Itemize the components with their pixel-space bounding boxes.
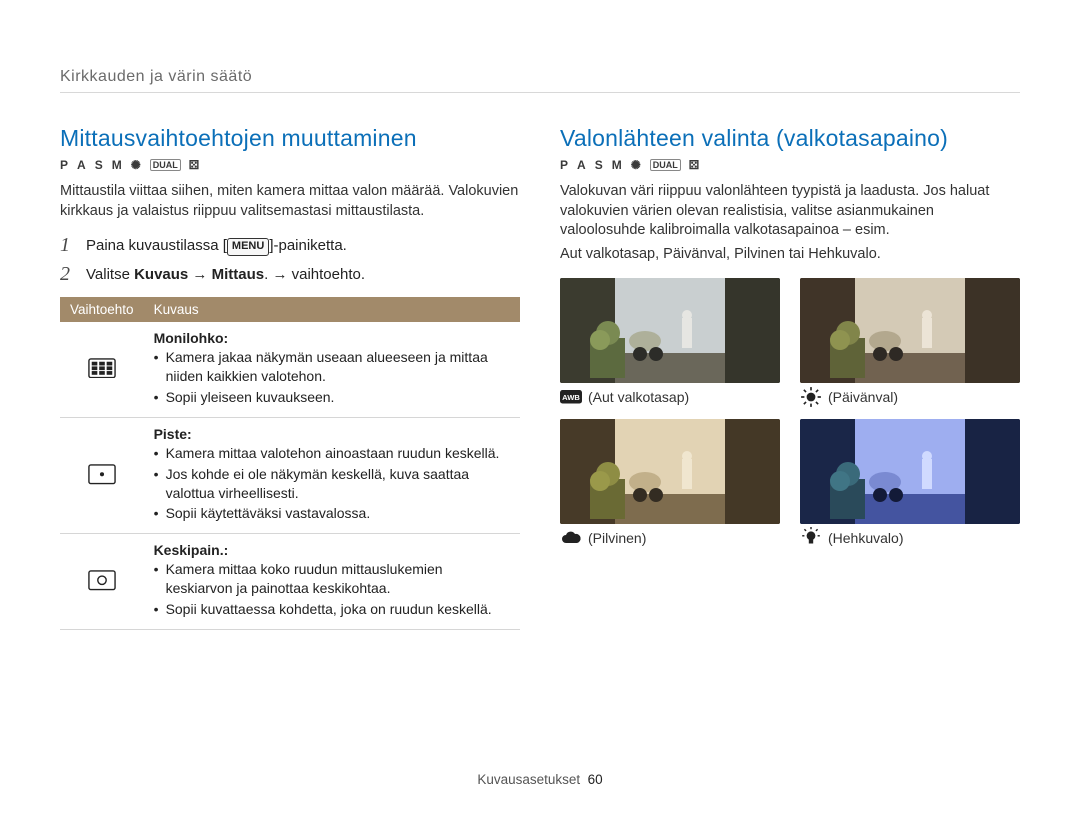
bullet: Kamera mittaa valotehon ainoastaan ruudu… xyxy=(154,444,510,463)
wb-caption: AWB (Aut valkotasap) xyxy=(560,389,780,405)
bullet: Sopii kuvattaessa kohdetta, joka on ruud… xyxy=(154,600,510,619)
mode-a: A xyxy=(577,158,587,172)
step-1-text: Paina kuvaustilassa [MENU]-painiketta. xyxy=(86,235,347,256)
wb-sample-cloudy: (Pilvinen) xyxy=(560,419,780,546)
arrow: → xyxy=(188,266,211,283)
step2-pre: Valitse xyxy=(86,266,134,283)
center-metering-icon xyxy=(88,570,116,590)
bullet: Sopii yleiseen kuvaukseen. xyxy=(154,388,510,407)
table-row: Keskipain.: Kamera mittaa koko ruudun mi… xyxy=(60,534,520,630)
option-desc: Piste: Kamera mittaa valotehon ainoastaa… xyxy=(144,417,520,534)
th-desc: Kuvaus xyxy=(144,297,520,322)
wb-label: (Aut valkotasap) xyxy=(588,389,689,405)
option-desc: Monilohko: Kamera jakaa näkymän useaan a… xyxy=(144,322,520,417)
wb-caption: (Hehkuvalo) xyxy=(800,530,1020,546)
left-column: Mittausvaihtoehtojen muuttaminen P A S M… xyxy=(60,125,520,630)
bullet: Kamera jakaa näkymän useaan alueeseen ja… xyxy=(154,348,510,386)
menu-button-label: MENU xyxy=(227,238,269,255)
spot-metering-icon xyxy=(88,464,116,484)
wb-label: (Hehkuvalo) xyxy=(828,530,903,546)
scene-icon: ✺ xyxy=(631,158,642,172)
wb-caption: (Pilvinen) xyxy=(560,530,780,546)
steps: 1 Paina kuvaustilassa [MENU]-painiketta.… xyxy=(60,235,520,285)
awb-icon: AWB xyxy=(560,390,582,404)
mode-s: S xyxy=(595,158,604,172)
row-title: Monilohko: xyxy=(154,330,510,346)
step-2-text: Valitse Kuvaus → Mittaus. → vaihtoehto. xyxy=(86,264,365,285)
bulb-icon xyxy=(800,531,822,545)
option-icon-multi xyxy=(60,322,144,417)
mode-p: P xyxy=(560,158,569,172)
two-column-layout: Mittausvaihtoehtojen muuttaminen P A S M… xyxy=(60,125,1020,630)
row-bullets: Kamera mittaa valotehon ainoastaan ruudu… xyxy=(154,444,510,524)
wb-caption: (Päivänval) xyxy=(800,389,1020,405)
sun-icon xyxy=(800,390,822,404)
row-title: Piste: xyxy=(154,426,510,442)
sample-image xyxy=(560,278,780,383)
page-footer: Kuvausasetukset 60 xyxy=(0,772,1080,787)
bullet: Kamera mittaa koko ruudun mittauslukemie… xyxy=(154,560,510,598)
dual-icon: DUAL xyxy=(650,159,681,171)
right-intro-2: Aut valkotasap, Päivänval, Pilvinen tai … xyxy=(560,245,1020,265)
scene-icon: ✺ xyxy=(131,158,142,172)
mode-p: P xyxy=(60,158,69,172)
left-heading: Mittausvaihtoehtojen muuttaminen xyxy=(60,125,520,152)
multi-metering-icon xyxy=(88,358,116,378)
breadcrumb: Kirkkauden ja värin säätö xyxy=(60,68,1020,93)
table-row: Monilohko: Kamera jakaa näkymän useaan a… xyxy=(60,322,520,417)
wb-label: (Päivänval) xyxy=(828,389,898,405)
step2-post: . → vaihtoehto. xyxy=(264,266,365,283)
row-title: Keskipain.: xyxy=(154,542,510,558)
sample-image xyxy=(800,278,1020,383)
step-number: 1 xyxy=(60,235,76,255)
step-1: 1 Paina kuvaustilassa [MENU]-painiketta. xyxy=(60,235,520,256)
wb-sample-auto: AWB (Aut valkotasap) xyxy=(560,278,780,405)
step-number: 2 xyxy=(60,264,76,284)
movie-icon: ⚄ xyxy=(189,158,200,172)
wb-label: (Pilvinen) xyxy=(588,530,646,546)
wb-sample-daylight: (Päivänval) xyxy=(800,278,1020,405)
wb-thumbnails: AWB (Aut valkotasap) xyxy=(560,278,1020,546)
bullet: Sopii käytettäväksi vastavalossa. xyxy=(154,504,510,523)
wb-sample-tungsten: (Hehkuvalo) xyxy=(800,419,1020,546)
right-heading: Valonlähteen valinta (valkotasapaino) xyxy=(560,125,1020,152)
mode-m: M xyxy=(112,158,123,172)
movie-icon: ⚄ xyxy=(689,158,700,172)
mode-a: A xyxy=(77,158,87,172)
option-icon-center xyxy=(60,534,144,630)
step1-pre: Paina kuvaustilassa [ xyxy=(86,237,227,254)
cloud-icon xyxy=(560,531,582,545)
page: Kirkkauden ja värin säätö Mittausvaihtoe… xyxy=(0,0,1080,815)
mode-row-left: P A S M ✺ DUAL ⚄ xyxy=(60,158,520,172)
mode-s: S xyxy=(95,158,104,172)
options-table: Vaihtoehto Kuvaus Monilohko: Kamera jaka… xyxy=(60,297,520,630)
page-number: 60 xyxy=(588,772,603,787)
table-header-row: Vaihtoehto Kuvaus xyxy=(60,297,520,322)
left-intro: Mittaustila viittaa siihen, miten kamera… xyxy=(60,182,520,221)
step2-bold2: Mittaus xyxy=(212,266,265,283)
step2-bold1: Kuvaus xyxy=(134,266,188,283)
option-desc: Keskipain.: Kamera mittaa koko ruudun mi… xyxy=(144,534,520,630)
option-icon-spot xyxy=(60,417,144,534)
right-column: Valonlähteen valinta (valkotasapaino) P … xyxy=(560,125,1020,630)
sample-image xyxy=(560,419,780,524)
table-row: Piste: Kamera mittaa valotehon ainoastaa… xyxy=(60,417,520,534)
svg-text:AWB: AWB xyxy=(562,394,580,403)
sample-image xyxy=(800,419,1020,524)
mode-m: M xyxy=(612,158,623,172)
th-option: Vaihtoehto xyxy=(60,297,144,322)
row-bullets: Kamera jakaa näkymän useaan alueeseen ja… xyxy=(154,348,510,407)
row-bullets: Kamera mittaa koko ruudun mittauslukemie… xyxy=(154,560,510,619)
bullet: Jos kohde ei ole näkymän keskellä, kuva … xyxy=(154,465,510,503)
mode-row-right: P A S M ✺ DUAL ⚄ xyxy=(560,158,1020,172)
step1-post: ]-painiketta. xyxy=(269,237,347,254)
dual-icon: DUAL xyxy=(150,159,181,171)
footer-section: Kuvausasetukset xyxy=(477,772,580,787)
right-intro: Valokuvan väri riippuu valonlähteen tyyp… xyxy=(560,182,1020,241)
step-2: 2 Valitse Kuvaus → Mittaus. → vaihtoehto… xyxy=(60,264,520,285)
